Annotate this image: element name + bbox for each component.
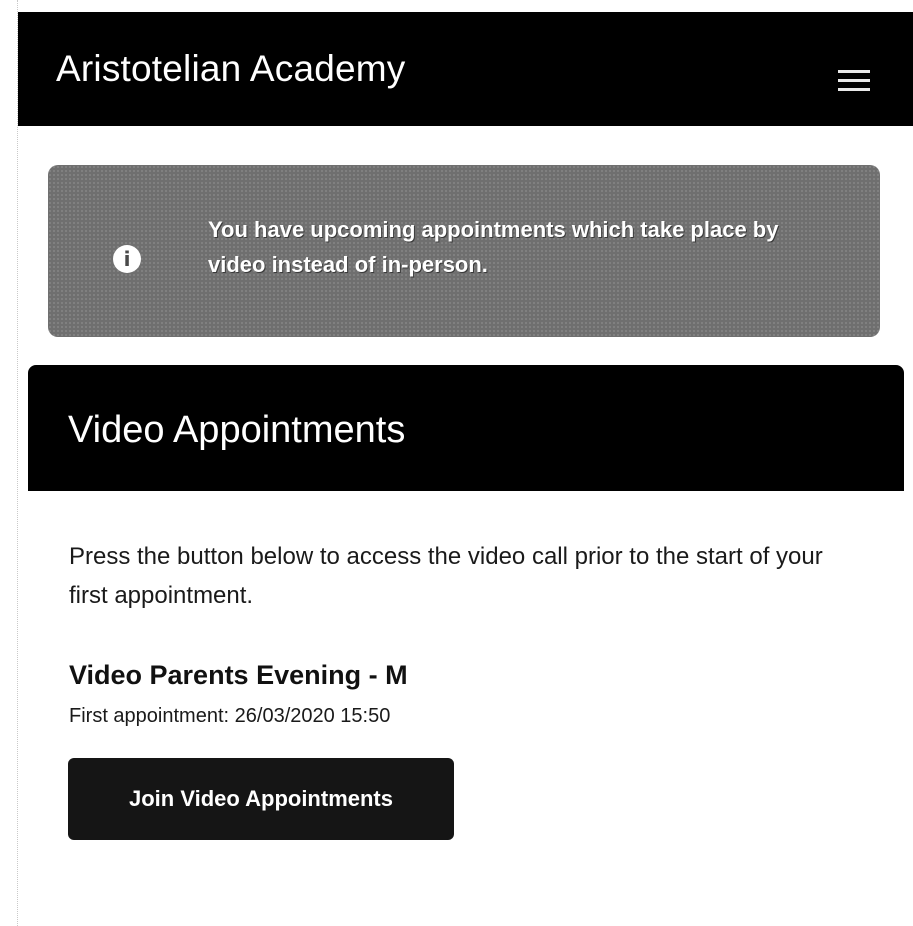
hamburger-menu-icon[interactable] xyxy=(838,70,870,94)
section-title: Video Appointments xyxy=(68,409,406,451)
menu-bar-top xyxy=(838,70,870,73)
alert-message: You have upcoming appointments which tak… xyxy=(208,217,779,277)
menu-bar-bottom xyxy=(838,88,870,91)
first-appointment-value: 26/03/2020 15:50 xyxy=(234,705,391,727)
instructions-text: Press the button below to access the vid… xyxy=(69,543,823,609)
left-page-edge xyxy=(0,0,18,926)
menu-bar-middle xyxy=(838,79,870,82)
first-appointment-label: First appointment: xyxy=(69,705,230,727)
app-header: Aristotelian Academy xyxy=(18,12,913,126)
event-title: Video Parents Evening - M xyxy=(69,660,408,690)
video-appointments-header: Video Appointments xyxy=(28,365,904,491)
first-appointment: First appointment: 26/03/2020 15:50 xyxy=(69,705,390,728)
info-icon: i xyxy=(113,245,141,273)
app-title: Aristotelian Academy xyxy=(56,48,406,89)
video-appointments-alert: i You have upcoming appointments which t… xyxy=(48,165,880,337)
join-video-appointments-button[interactable]: Join Video Appointments xyxy=(68,758,454,840)
